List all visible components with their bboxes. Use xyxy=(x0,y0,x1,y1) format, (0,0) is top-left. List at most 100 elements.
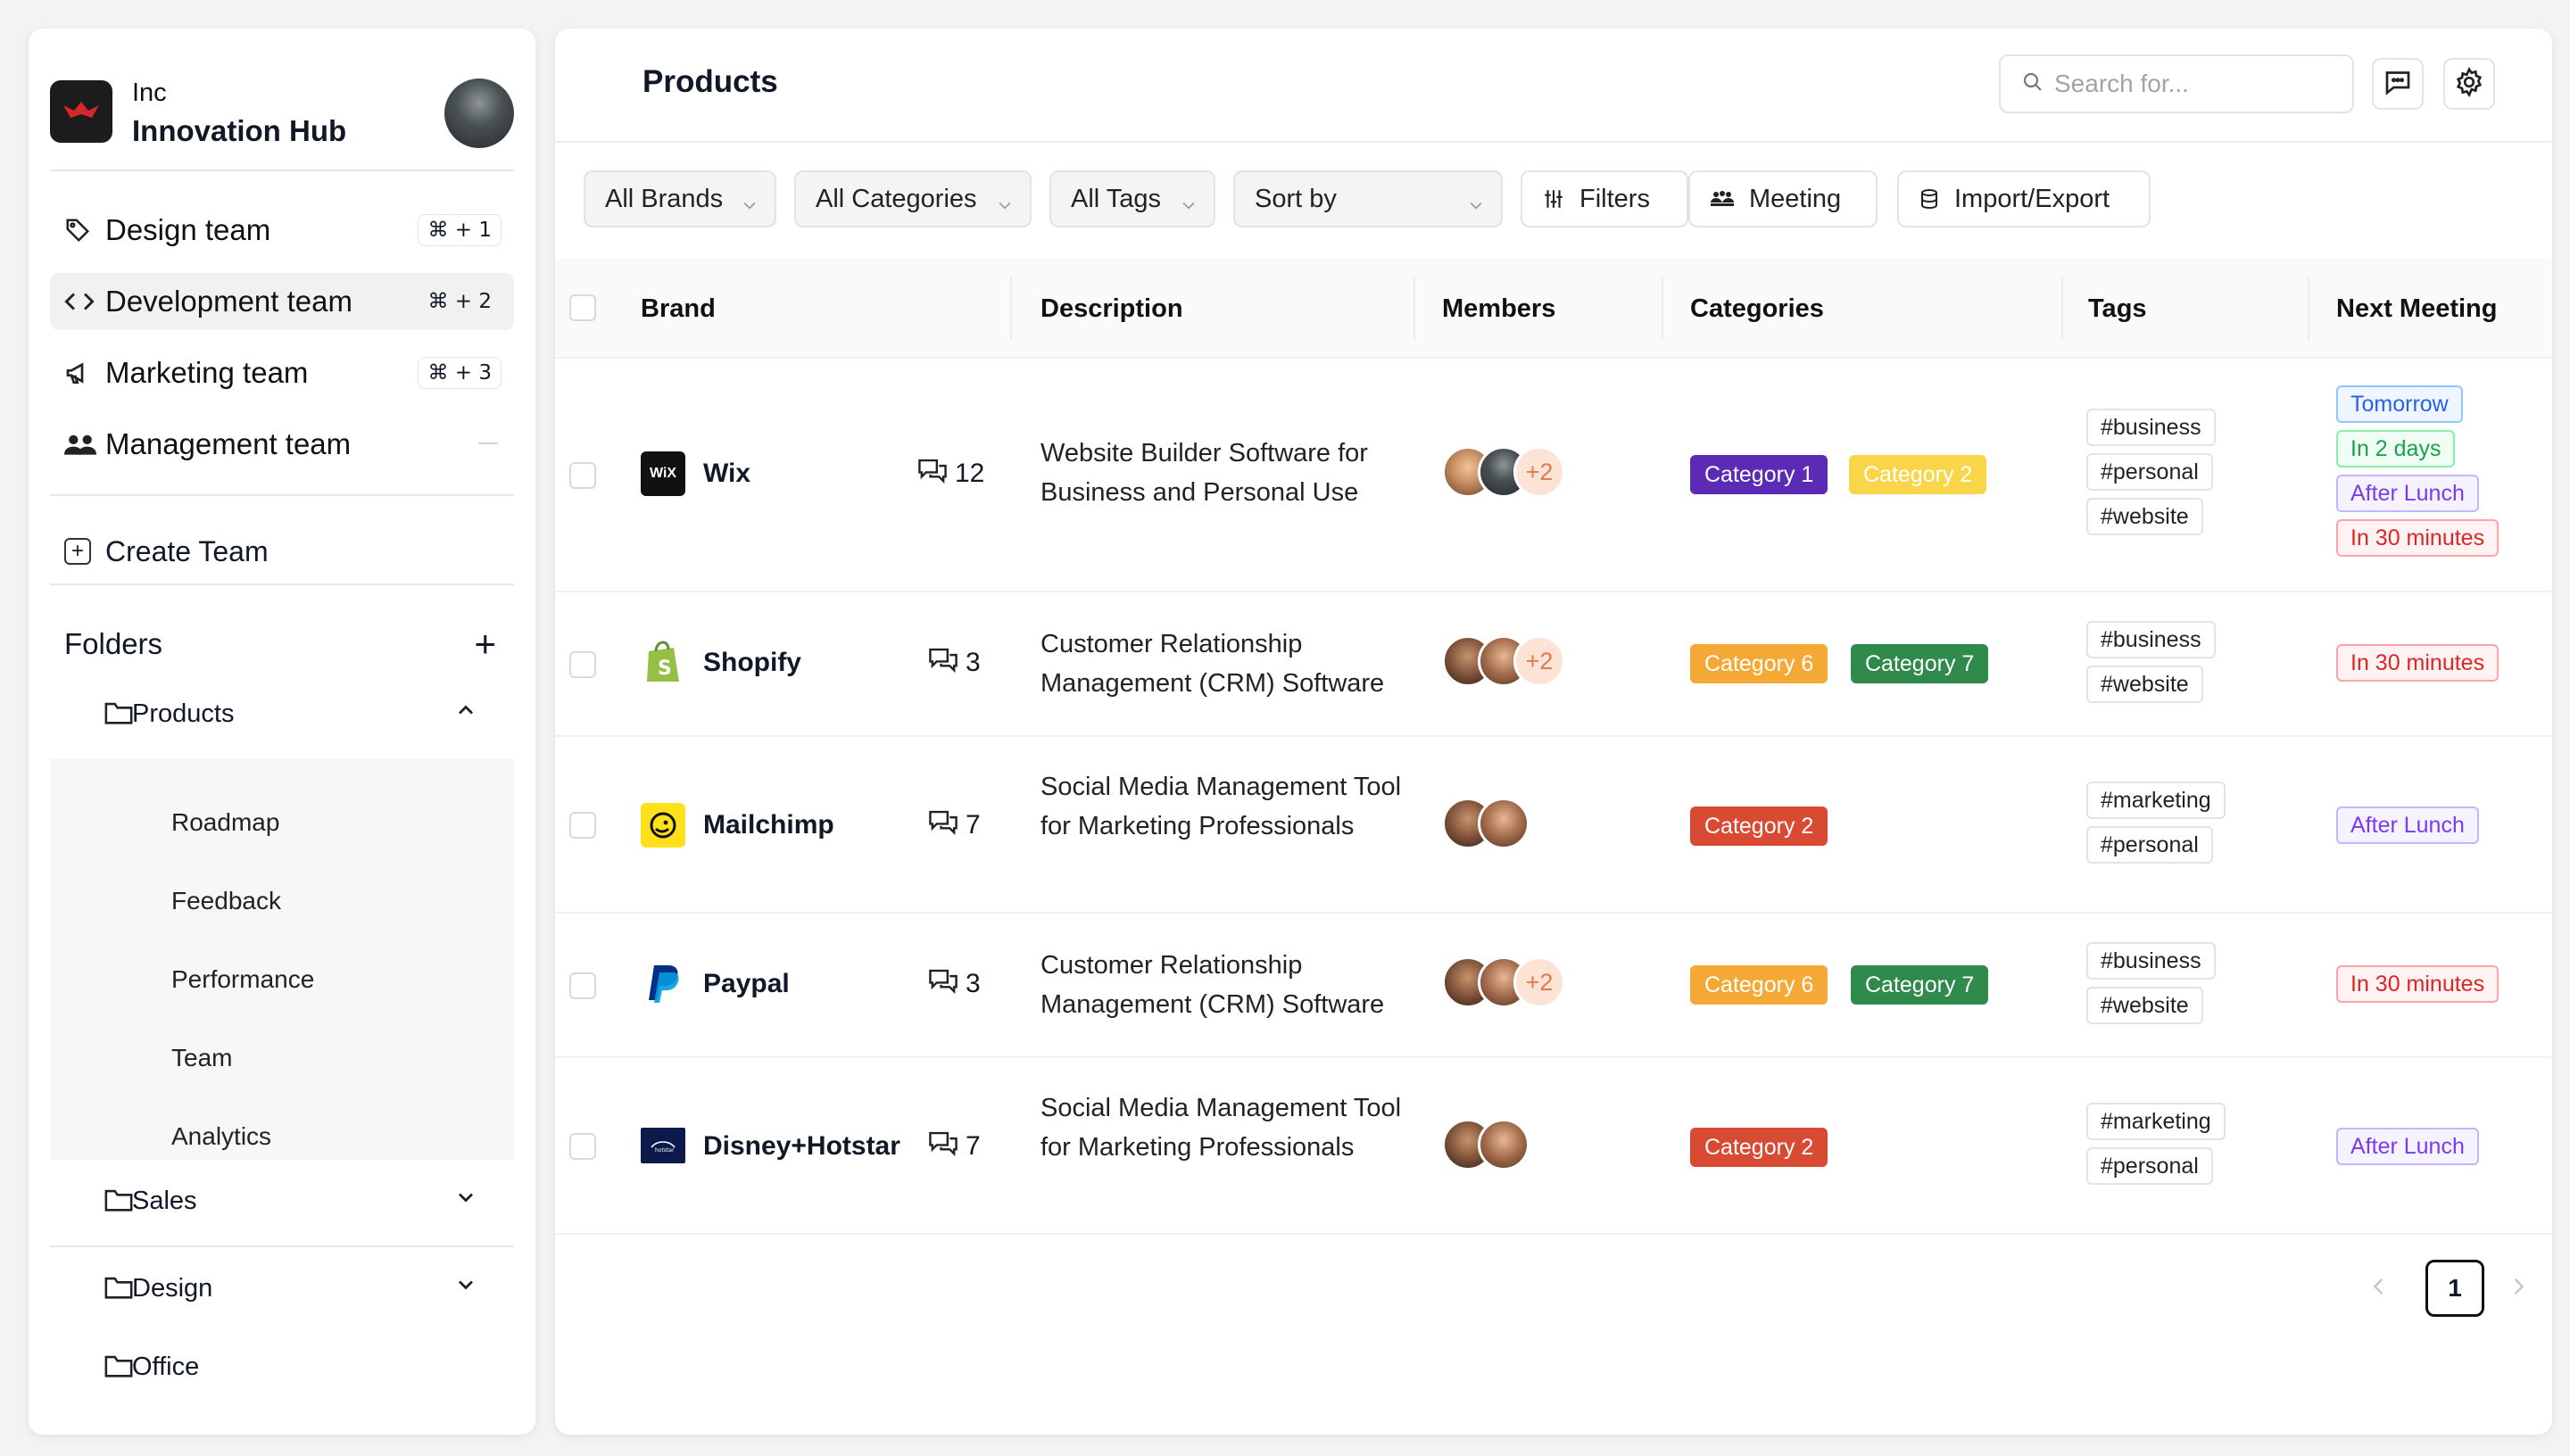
subfolder-performance[interactable]: Performance xyxy=(171,965,314,994)
tag-badge: #business xyxy=(2086,409,2216,446)
subfolder-feedback[interactable]: Feedback xyxy=(171,887,281,915)
folder-products[interactable]: Products xyxy=(50,682,514,746)
category-badge: Category 2 xyxy=(1849,455,1987,494)
chevron-right-icon[interactable] xyxy=(2506,1274,2531,1303)
create-team-button[interactable]: + Create Team xyxy=(50,525,269,578)
column-header-tags[interactable]: Tags xyxy=(2088,294,2147,324)
chevron-down-icon xyxy=(741,192,759,221)
sidebar-item-development-team[interactable]: Development team ⌘ + 2 xyxy=(50,273,514,330)
subfolder-analytics[interactable]: Analytics xyxy=(171,1122,271,1151)
folder-office[interactable]: Office xyxy=(50,1335,514,1399)
divider xyxy=(50,583,514,585)
members-avatars[interactable]: +2 xyxy=(1442,635,1565,687)
divider xyxy=(555,141,2552,143)
meeting-badge: After Lunch xyxy=(2336,807,2479,844)
column-header-categories[interactable]: Categories xyxy=(1690,294,1824,324)
category-badge: Category 1 xyxy=(1690,455,1828,494)
collapse-dash xyxy=(478,443,498,444)
column-header-brand[interactable]: Brand xyxy=(641,294,716,324)
select-all-checkbox[interactable] xyxy=(569,294,596,321)
users-icon xyxy=(64,432,100,457)
chat-icon xyxy=(2382,66,2414,103)
brand-name: Paypal xyxy=(703,969,790,998)
description: Social Media Management Tool for Marketi… xyxy=(1040,773,1402,840)
filters-button[interactable]: Filters xyxy=(1521,170,1688,228)
row-checkbox[interactable] xyxy=(569,972,596,999)
search-icon xyxy=(2022,71,2044,97)
members-avatars[interactable]: +2 xyxy=(1442,956,1565,1008)
table-row[interactable]: Paypal 3 Customer Relationship Managemen… xyxy=(555,914,2552,1058)
folder-sales[interactable]: Sales xyxy=(50,1169,514,1233)
members-avatars[interactable] xyxy=(1442,1119,1530,1171)
user-avatar[interactable] xyxy=(444,79,514,148)
chevron-down-icon xyxy=(1180,192,1198,221)
comments-icon xyxy=(917,457,955,491)
sidebar: Inc Innovation Hub Design team ⌘ + 1 Dev… xyxy=(29,29,535,1435)
comments-count[interactable]: 7 xyxy=(928,1129,981,1163)
org-header[interactable]: Inc Innovation Hub xyxy=(50,54,514,148)
add-folder-icon[interactable]: + xyxy=(474,625,496,663)
tag-badge: #business xyxy=(2086,942,2216,980)
chevron-up-icon[interactable] xyxy=(453,698,478,727)
tag-badge: #website xyxy=(2086,498,2203,535)
comments-count[interactable]: 3 xyxy=(928,646,981,680)
members-avatars[interactable]: +2 xyxy=(1442,446,1565,498)
sort-select[interactable]: Sort by xyxy=(1233,170,1503,228)
row-checkbox[interactable] xyxy=(569,651,596,678)
wix-logo: WiX xyxy=(641,451,685,496)
row-checkbox[interactable] xyxy=(569,1133,596,1160)
meeting-button[interactable]: Meeting xyxy=(1688,170,1878,228)
filters-label: Filters xyxy=(1579,184,1650,213)
description: Social Media Management Tool for Marketi… xyxy=(1040,1094,1402,1162)
comments-count[interactable]: 12 xyxy=(917,457,984,491)
sidebar-item-marketing-team[interactable]: Marketing team ⌘ + 3 xyxy=(50,344,514,401)
folder-icon xyxy=(104,1187,134,1218)
more-members-badge: +2 xyxy=(1513,956,1565,1008)
chevron-down-icon xyxy=(1467,192,1485,221)
table-row[interactable]: S Shopify 3 Customer Relationship Manage… xyxy=(555,592,2552,737)
row-checkbox[interactable] xyxy=(569,812,596,839)
chevron-down-icon[interactable] xyxy=(453,1272,478,1302)
column-header-next-meeting[interactable]: Next Meeting xyxy=(2336,294,2497,324)
settings-button[interactable] xyxy=(2443,58,2495,110)
brand-name: Shopify xyxy=(703,648,801,677)
column-header-description[interactable]: Description xyxy=(1040,294,1183,324)
tag-badge: #business xyxy=(2086,621,2216,658)
chevron-left-icon[interactable] xyxy=(2367,1274,2392,1303)
table-row[interactable]: WiX Wix 12 Website Builder Software for … xyxy=(555,359,2552,592)
table-row[interactable]: Mailchimp 7 Social Media Management Tool… xyxy=(555,737,2552,914)
brands-select-value: All Brands xyxy=(605,184,724,213)
avatar xyxy=(1478,1119,1530,1171)
sort-select-value: Sort by xyxy=(1255,184,1337,213)
sliders-icon xyxy=(1542,187,1565,211)
comments-count[interactable]: 3 xyxy=(928,967,981,1001)
sidebar-item-management-team[interactable]: Management team xyxy=(50,416,514,473)
folder-design[interactable]: Design xyxy=(50,1256,514,1320)
tags-select[interactable]: All Tags xyxy=(1049,170,1215,228)
subfolder-roadmap[interactable]: Roadmap xyxy=(171,808,279,837)
table-row[interactable]: hotstar Disney+Hotstar 7 Social Media Ma… xyxy=(555,1058,2552,1235)
svg-text:hotstar: hotstar xyxy=(655,1147,675,1154)
more-members-badge: +2 xyxy=(1513,446,1565,498)
chevron-down-icon[interactable] xyxy=(453,1185,478,1214)
category-badge: Category 6 xyxy=(1690,965,1828,1005)
disney-hotstar-logo: hotstar xyxy=(641,1128,685,1163)
team-label: Management team xyxy=(105,427,352,460)
subfolder-team[interactable]: Team xyxy=(171,1044,232,1072)
categories-select[interactable]: All Categories xyxy=(794,170,1032,228)
chat-button[interactable] xyxy=(2372,58,2424,110)
org-subtitle: Inc xyxy=(132,79,167,107)
meeting-badge: In 30 minutes xyxy=(2336,519,2500,557)
meeting-icon xyxy=(1710,188,1735,210)
comments-count[interactable]: 7 xyxy=(928,808,981,842)
import-export-button[interactable]: Import/Export xyxy=(1897,170,2151,228)
row-checkbox[interactable] xyxy=(569,462,596,489)
members-avatars[interactable] xyxy=(1442,798,1530,849)
search-input[interactable]: Search for... xyxy=(1999,54,2354,113)
brands-select[interactable]: All Brands xyxy=(584,170,776,228)
brand-name: Disney+Hotstar xyxy=(703,1131,900,1161)
megaphone-icon xyxy=(64,359,100,387)
column-header-members[interactable]: Members xyxy=(1442,294,1555,324)
sidebar-item-design-team[interactable]: Design team ⌘ + 1 xyxy=(50,202,514,259)
page-number-button[interactable]: 1 xyxy=(2425,1260,2484,1317)
